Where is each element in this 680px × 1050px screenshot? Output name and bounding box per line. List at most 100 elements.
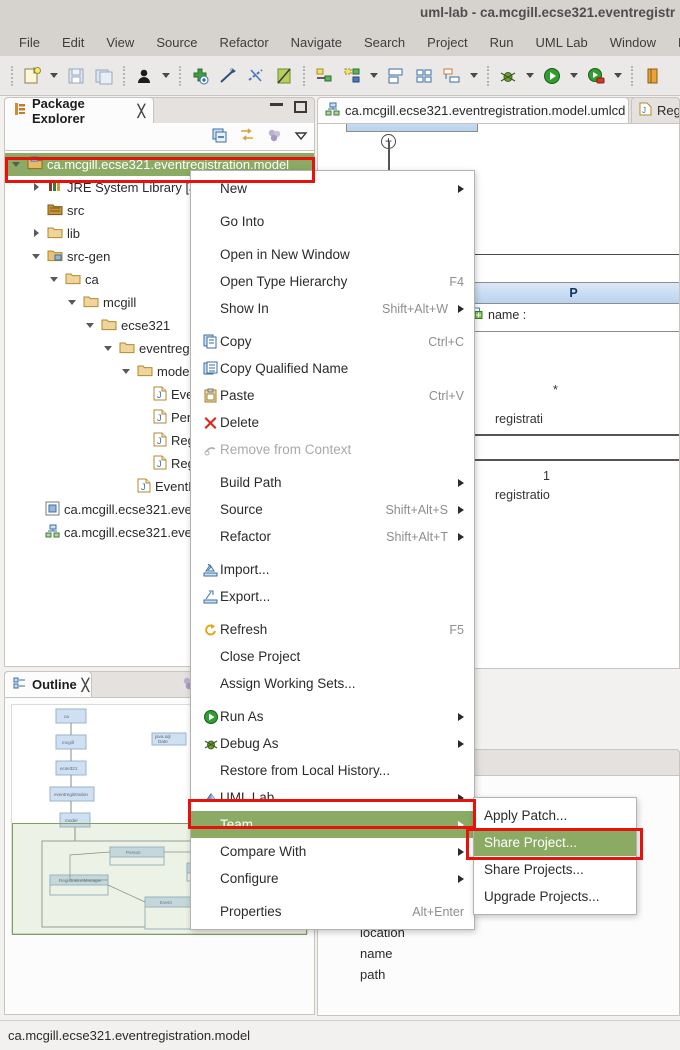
context-menu-item-run-as[interactable]: Run As [191,703,474,730]
submenu-item-upgrade-projects[interactable]: Upgrade Projects... [474,883,636,910]
twisty-open-icon[interactable] [31,251,43,263]
model-dropdown-arrow[interactable] [370,73,378,78]
submenu-item-share-project[interactable]: Share Project... [474,829,636,856]
menu-search[interactable]: Search [353,32,416,53]
new-dropdown-arrow[interactable] [50,73,58,78]
forward-model-icon[interactable] [311,63,337,89]
submenu-item-apply-patch[interactable]: Apply Patch... [474,802,636,829]
project-context-menu[interactable]: New Go Into Open in New Window Open Type… [190,170,475,930]
library-icon [47,179,63,196]
context-menu-item-open-in-new-window[interactable]: Open in New Window [191,241,474,268]
focus-icon[interactable] [267,128,282,146]
paste-icon [201,388,220,403]
menu-window[interactable]: Window [599,32,667,53]
editor-tab-umlcd[interactable]: ca.mcgill.ecse321.eventregistration.mode… [317,97,629,123]
menu-item-label: Import... [220,562,270,577]
menu-refactor[interactable]: Refactor [209,32,280,53]
uml-attribute-row: name : [467,304,679,326]
menu-navigate[interactable]: Navigate [280,32,353,53]
context-menu-item-compare-with[interactable]: Compare With [191,838,474,865]
menu-source[interactable]: Source [145,32,208,53]
person-dropdown-arrow[interactable] [162,73,170,78]
team-submenu[interactable]: Apply Patch... Share Project... Share Pr… [473,797,637,915]
collapse-all-icon[interactable] [212,128,227,146]
context-menu-item-source[interactable]: Source Shift+Alt+S [191,496,474,523]
twisty-closed-icon[interactable] [31,182,43,194]
twisty-open-icon[interactable] [121,366,133,378]
person-icon[interactable] [131,63,157,89]
uml-class-person[interactable]: P name : [466,282,679,332]
view-menu-icon[interactable] [294,129,308,144]
context-menu-item-refresh[interactable]: Refresh F5 [191,616,474,643]
twisty-open-icon[interactable] [49,274,61,286]
close-icon[interactable]: ╳ [82,678,89,692]
uml-package-partial[interactable] [346,124,478,132]
context-menu-item-team[interactable]: Team [191,811,474,838]
editor-tab-reg[interactable]: J Reg [631,97,680,123]
run-icon[interactable] [539,63,565,89]
context-menu-item-copy[interactable]: Copy Ctrl+C [191,328,474,355]
menu-item-label: Build Path [220,475,282,490]
layout-dropdown-arrow[interactable] [470,73,478,78]
menu-project[interactable]: Project [416,32,478,53]
context-menu-item-paste[interactable]: Paste Ctrl+V [191,382,474,409]
context-menu-item-properties[interactable]: Properties Alt+Enter [191,898,474,925]
run-dropdown-arrow[interactable] [570,73,578,78]
context-menu-item-debug-as[interactable]: Debug As [191,730,474,757]
next-annotation-icon[interactable]: S [215,63,241,89]
context-menu-item-restore-from-local-history[interactable]: Restore from Local History... [191,757,474,784]
context-menu-item-go-into[interactable]: Go Into [191,208,474,235]
minimize-icon[interactable] [270,103,283,106]
add-annotation-icon[interactable] [187,63,213,89]
twisty-closed-icon[interactable] [31,228,43,240]
menu-edit[interactable]: Edit [51,32,95,53]
context-menu-item-refactor[interactable]: Refactor Shift+Alt+T [191,523,474,550]
twisty-open-icon[interactable] [67,297,79,309]
context-menu-item-configure[interactable]: Configure [191,865,474,892]
menu-item-accelerator: Alt+Enter [412,904,464,919]
menu-help[interactable]: Help [667,32,680,53]
context-menu-item-export[interactable]: Export... [191,583,474,610]
menu-run[interactable]: Run [479,32,525,53]
menu-item-label: Configure [220,871,279,886]
twisty-open-icon[interactable] [103,343,115,355]
coverage-icon[interactable] [583,63,609,89]
menu-item-accelerator: F4 [449,274,464,289]
previous-annotation-icon[interactable] [243,63,269,89]
menu-uml-lab[interactable]: UML Lab [525,32,599,53]
maximize-icon[interactable] [294,101,307,113]
new-wizard-icon[interactable] [19,63,45,89]
debug-icon[interactable] [495,63,521,89]
context-menu-item-new[interactable]: New [191,175,474,202]
context-menu-item-import[interactable]: Import... [191,556,474,583]
save-icon[interactable] [63,63,89,89]
open-perspective-icon[interactable] [639,63,665,89]
tab-package-explorer[interactable]: Package Explorer ╳ [4,95,154,126]
context-menu-item-open-type-hierarchy[interactable]: Open Type Hierarchy F4 [191,268,474,295]
context-menu-item-copy-qualified-name[interactable]: Copy Qualified Name [191,355,474,382]
context-menu-item-delete[interactable]: Delete [191,409,474,436]
coverage-dropdown-arrow[interactable] [614,73,622,78]
tab-outline[interactable]: Outline ╳ [4,671,92,697]
toggle-mark-icon[interactable] [271,63,297,89]
twisty-open-icon[interactable] [85,320,97,332]
submenu-item-share-projects[interactable]: Share Projects... [474,856,636,883]
context-menu-item-uml-lab[interactable]: UML Lab [191,784,474,811]
reverse-model-icon[interactable] [339,63,365,89]
menu-view[interactable]: View [95,32,145,53]
debug-dropdown-arrow[interactable] [526,73,534,78]
context-menu-item-show-in[interactable]: Show In Shift+Alt+W [191,295,474,322]
context-menu-item-close-project[interactable]: Close Project [191,643,474,670]
link-with-editor-icon[interactable] [239,127,255,146]
layout-tree-icon[interactable] [439,63,465,89]
menu-item-label: Show In [220,301,269,316]
save-all-icon[interactable] [91,63,117,89]
layout-grid-icon[interactable] [411,63,437,89]
context-menu-item-assign-working-sets[interactable]: Assign Working Sets... [191,670,474,697]
context-menu-item-build-path[interactable]: Build Path [191,469,474,496]
menu-file[interactable]: File [8,32,51,53]
package-explorer-tab-label: Package Explorer [32,95,85,126]
twisty-open-icon[interactable] [11,159,23,171]
close-icon[interactable]: ╳ [138,104,145,118]
layout-horizontal-icon[interactable] [383,63,409,89]
